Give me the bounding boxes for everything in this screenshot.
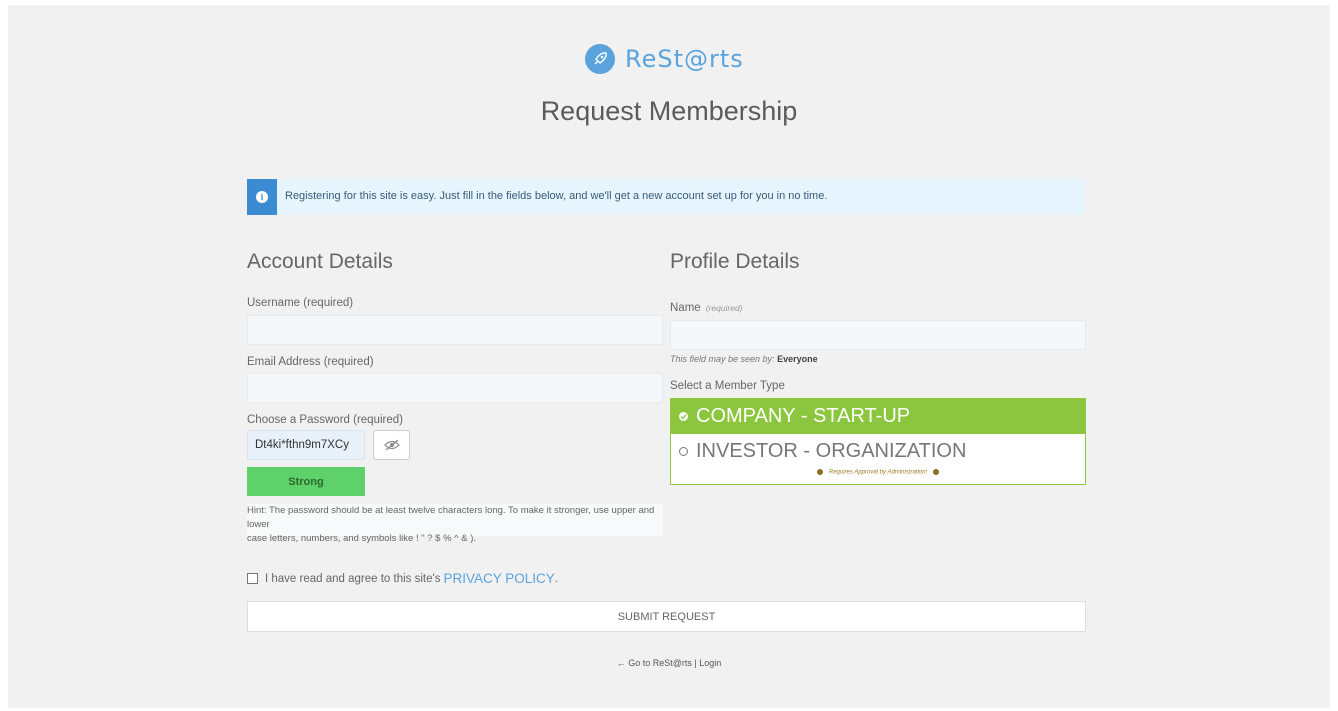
name-required-note: (required) — [705, 303, 743, 313]
account-details-heading: Account Details — [247, 250, 393, 273]
footer-links: ← Go to ReSt@rts | Login — [0, 658, 1338, 668]
info-icon — [816, 469, 823, 475]
radio-checked-icon — [679, 412, 688, 421]
brand-name: ReSt@rts — [625, 45, 744, 73]
email-input[interactable] — [247, 373, 663, 403]
member-type-label: Select a Member Type — [670, 380, 785, 392]
member-type-option-label: COMPANY - START-UP — [696, 405, 911, 427]
visibility-value[interactable]: Everyone — [777, 354, 818, 364]
privacy-checkbox[interactable] — [247, 573, 258, 584]
login-link[interactable]: Login — [699, 658, 721, 668]
email-label: Email Address (required) — [247, 356, 374, 368]
toggle-password-visibility-button[interactable] — [373, 430, 410, 460]
approval-note: Requires Approval by Administration! — [671, 469, 1085, 476]
go-to-site-link[interactable]: ← Go to ReSt@rts — [617, 658, 692, 668]
password-strength-indicator: Strong — [247, 467, 365, 496]
name-label: Name (required) — [670, 302, 743, 314]
name-input[interactable] — [670, 320, 1086, 350]
member-type-option-label: INVESTOR - ORGANIZATION — [696, 439, 967, 462]
password-input[interactable]: Dt4ki*fthn9m7XCy — [247, 430, 365, 460]
info-icon — [933, 469, 940, 475]
member-type-option-company[interactable]: COMPANY - START-UP — [671, 399, 1085, 434]
notice-text: Registering for this site is easy. Just … — [285, 190, 828, 202]
info-icon: i — [247, 179, 277, 215]
footer-separator: | — [694, 658, 697, 668]
radio-unchecked-icon — [679, 446, 688, 456]
username-input[interactable] — [247, 315, 663, 345]
field-visibility-note: This field may be seen by: Everyone — [670, 354, 818, 364]
agreement-suffix: . — [554, 572, 558, 585]
name-label-text: Name — [670, 302, 701, 314]
submit-request-button[interactable]: SUBMIT REQUEST — [247, 601, 1086, 632]
info-notice: i Registering for this site is easy. Jus… — [247, 179, 1085, 215]
eye-slash-icon — [383, 439, 400, 451]
password-hint: Hint: The password should be at least tw… — [247, 504, 663, 544]
rocket-icon — [585, 44, 615, 74]
privacy-agreement: I have read and agree to this site's PRI… — [247, 571, 558, 586]
visibility-prefix: This field may be seen by: — [670, 354, 775, 364]
privacy-policy-link[interactable]: PRIVACY POLICY — [443, 571, 554, 586]
member-type-selector: COMPANY - START-UP INVESTOR - ORGANIZATI… — [670, 398, 1086, 485]
password-hint-line: Hint: The password should be at least tw… — [247, 505, 655, 530]
approval-note-text: Requires Approval by Administration! — [828, 469, 928, 476]
site-logo[interactable]: ReSt@rts — [585, 42, 744, 76]
password-label: Choose a Password (required) — [247, 414, 403, 426]
page-title: Request Membership — [540, 96, 798, 126]
username-label: Username (required) — [247, 297, 354, 309]
password-hint-line: case letters, numbers, and symbols like … — [247, 533, 477, 544]
agreement-text: I have read and agree to this site's — [265, 572, 441, 585]
member-type-option-investor[interactable]: INVESTOR - ORGANIZATION — [671, 437, 1085, 465]
profile-details-heading: Profile Details — [670, 250, 800, 273]
